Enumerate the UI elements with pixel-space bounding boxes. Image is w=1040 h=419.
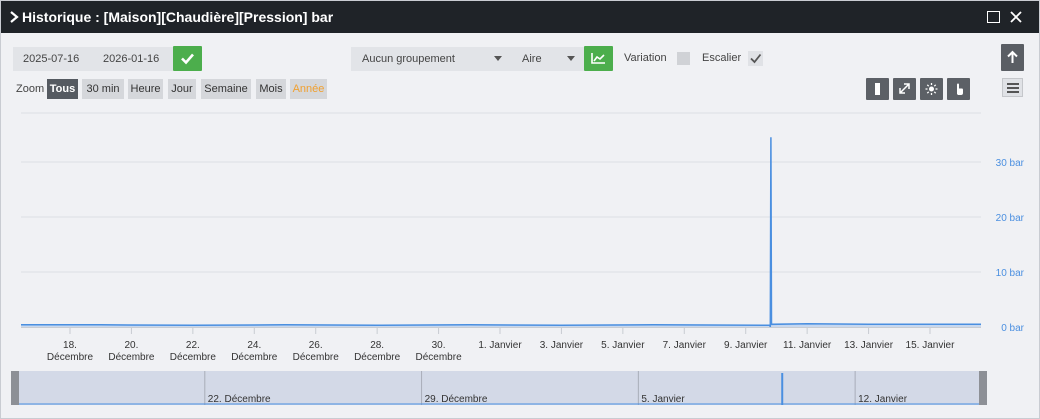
y-axis: 0 bar 10 bar 20 bar 30 bar xyxy=(996,158,1025,334)
navigator-label: 22. Décembre xyxy=(208,394,271,405)
brightness-tool-button[interactable] xyxy=(920,78,943,100)
y-tick-label: 10 bar xyxy=(996,268,1025,279)
zoom-day-button[interactable]: Jour xyxy=(168,79,196,99)
history-modal: Historique : [Maison][Chaudière][Pressio… xyxy=(0,0,1040,419)
navigator-label: 29. Décembre xyxy=(425,394,488,405)
x-tick-label: 26. xyxy=(309,340,323,351)
arrow-up-icon xyxy=(1007,50,1018,63)
x-tick-label: 28. xyxy=(370,340,384,351)
chart-options-button[interactable] xyxy=(584,46,613,71)
zoom-year-button[interactable]: Année xyxy=(290,79,327,99)
x-tick-label: Décembre xyxy=(47,352,94,363)
x-tick-label: 22. xyxy=(186,340,200,351)
x-tick-label: 1. Janvier xyxy=(478,340,522,351)
navigator-label: 12. Janvier xyxy=(858,394,908,405)
grouping-value: Aucun groupement xyxy=(362,53,455,65)
hand-pointer-icon xyxy=(957,83,963,95)
x-tick-label: 5. Janvier xyxy=(601,340,645,351)
chart-type-value: Aire xyxy=(522,53,542,65)
x-tick-label: 18. xyxy=(63,340,77,351)
zoom-month-button[interactable]: Mois xyxy=(256,79,286,99)
x-tick-label: 24. xyxy=(247,340,261,351)
variation-label: Variation xyxy=(624,52,667,64)
navigator-label: 5. Janvier xyxy=(641,394,685,405)
navigator-right-handle xyxy=(979,371,987,405)
start-date-input[interactable]: 2025-07-16 xyxy=(13,47,93,71)
series-line xyxy=(21,137,981,328)
expand-icon xyxy=(899,83,910,94)
navigator-selection xyxy=(19,371,979,405)
bar-icon xyxy=(875,83,880,95)
apply-dates-button[interactable] xyxy=(173,46,202,71)
x-tick-label: 30. xyxy=(432,340,446,351)
chevron-right-icon[interactable] xyxy=(7,10,21,24)
x-tick-label: Décembre xyxy=(108,352,155,363)
pan-tool-button[interactable] xyxy=(947,78,970,100)
y-tick-label: 20 bar xyxy=(996,213,1025,224)
zoom-30min-button[interactable]: 30 min xyxy=(82,79,124,99)
x-tick-label: Décembre xyxy=(354,352,401,363)
x-tick-label: Décembre xyxy=(231,352,278,363)
end-date-input[interactable]: 2026-01-16 xyxy=(93,47,173,71)
x-tick-label: 11. Janvier xyxy=(783,340,832,351)
stairs-label: Escalier xyxy=(702,52,742,64)
x-tick-label: 15. Janvier xyxy=(906,340,956,351)
zoom-all-button[interactable]: Tous xyxy=(47,79,78,99)
zoom-week-button[interactable]: Semaine xyxy=(201,79,251,99)
scroll-up-button[interactable] xyxy=(1001,44,1024,71)
navigator-left-handle xyxy=(11,371,19,405)
expand-tool-button[interactable] xyxy=(893,78,916,100)
grouping-select[interactable]: Aucun groupement xyxy=(351,47,511,71)
y-tick-label: 30 bar xyxy=(996,158,1025,169)
check-icon xyxy=(181,53,194,65)
zoom-hour-button[interactable]: Heure xyxy=(128,79,163,99)
title-bar: Historique : [Maison][Chaudière][Pressio… xyxy=(1,1,1039,33)
bar-tool-button[interactable] xyxy=(866,78,889,100)
menu-icon[interactable] xyxy=(1002,78,1023,97)
x-tick-label: Décembre xyxy=(416,352,463,363)
window-title: Historique : [Maison][Chaudière][Pressio… xyxy=(22,9,334,25)
x-tick-label: 9. Janvier xyxy=(724,340,768,351)
chart-series xyxy=(21,137,981,328)
sun-icon xyxy=(925,83,938,95)
variation-checkbox[interactable] xyxy=(677,52,690,65)
x-tick-label: 20. xyxy=(124,340,138,351)
x-tick-label: Décembre xyxy=(293,352,340,363)
x-tick-label: 3. Janvier xyxy=(540,340,584,351)
x-tick-label: 7. Janvier xyxy=(663,340,707,351)
x-axis: 18.Décembre20.Décembre22.Décembre24.Déce… xyxy=(21,327,981,363)
stairs-checkbox[interactable] xyxy=(748,51,763,66)
x-tick-label: Décembre xyxy=(170,352,217,363)
range-navigator[interactable]: 22. Décembre 29. Décembre 5. Janvier 12. Ja… xyxy=(11,371,987,405)
history-chart[interactable]: 0 bar10 bar20 bar30 bar 18.Décembre20.Dé… xyxy=(1,105,1039,417)
chart-grid xyxy=(21,112,981,273)
y-tick-label: 0 bar xyxy=(1001,323,1024,334)
maximize-icon[interactable] xyxy=(987,11,1000,23)
x-tick-label: 13. Janvier xyxy=(844,340,894,351)
zoom-label: Zoom xyxy=(16,83,45,95)
chart-type-select[interactable]: Aire xyxy=(511,47,584,71)
close-icon[interactable] xyxy=(1009,10,1023,24)
series-area xyxy=(21,137,981,327)
chevron-down-icon xyxy=(494,56,502,61)
chevron-down-icon xyxy=(567,56,575,61)
area-chart-icon xyxy=(591,53,605,64)
